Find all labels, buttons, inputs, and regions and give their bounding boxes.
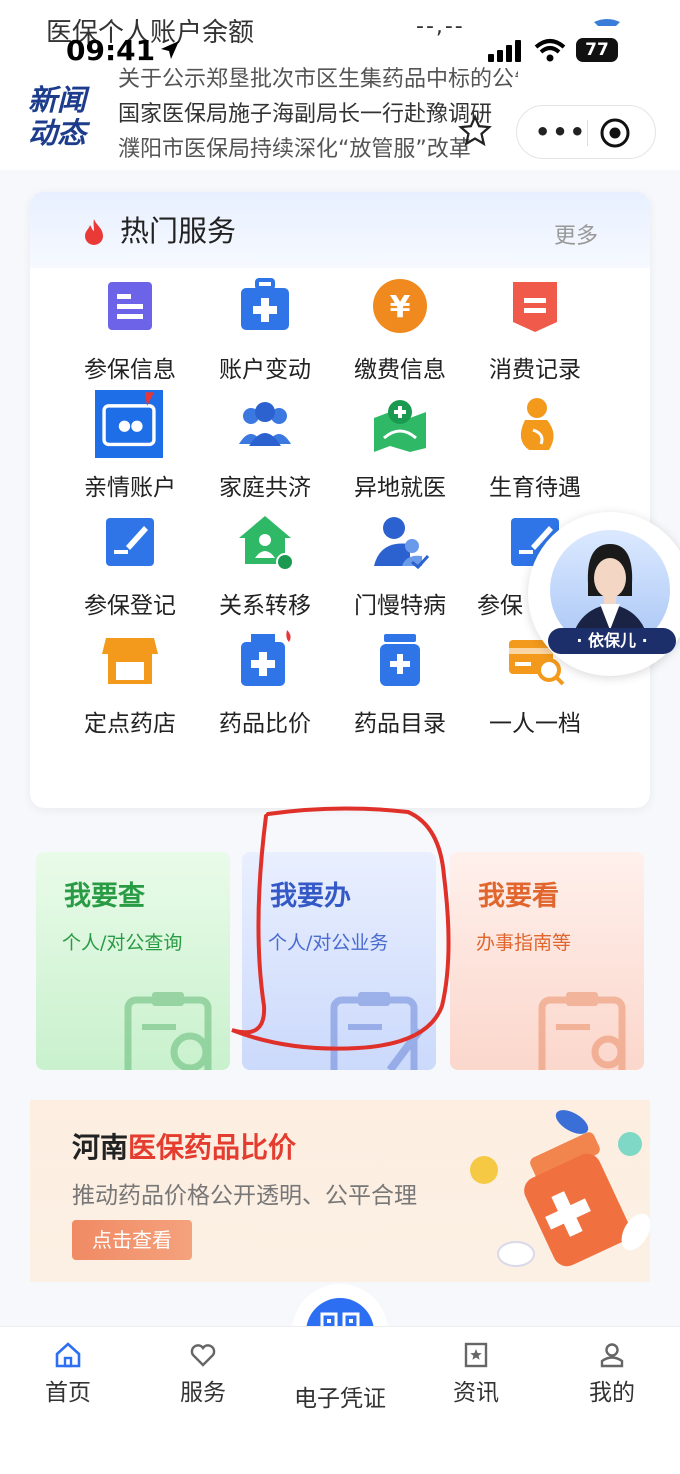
tab-home-label: 首页 <box>45 1380 91 1406</box>
banner-title-prefix: 河南 <box>72 1131 129 1164</box>
service-item[interactable]: ¥ 缴费信息 <box>325 272 475 390</box>
banner-title: 河南医保药品比价 <box>72 1126 296 1166</box>
service-item[interactable]: 门慢特病 <box>325 508 475 626</box>
service-label: 生育待遇 <box>489 475 581 501</box>
more-dots-icon[interactable]: ••• <box>535 118 587 146</box>
signal-icon <box>488 40 521 62</box>
wifi-icon <box>534 39 566 62</box>
service-item[interactable]: 异地就医 <box>325 390 475 508</box>
star-icon[interactable] <box>458 114 492 148</box>
news-headline[interactable]: 关于公示郑垦批次市区生集药品中标的公告 <box>118 62 518 97</box>
service-item[interactable]: 消费记录 <box>460 272 610 390</box>
bottom-tab-bar: 首页 服务 电子凭证 资讯 我的 <box>0 1326 680 1474</box>
pharmacy-store-icon <box>102 638 158 684</box>
edit-form-icon <box>106 518 154 566</box>
home-transfer-icon <box>239 516 294 571</box>
service-label: 消费记录 <box>489 357 581 383</box>
medicine-pills-icon <box>470 1110 650 1267</box>
query-card-subtitle: 个人/对公查询 <box>62 932 183 954</box>
balance-amount: --,-- <box>416 14 465 39</box>
service-item[interactable]: 参保登记 <box>55 508 205 626</box>
view-card-title: 我要看 <box>478 881 559 912</box>
banner-title-highlight: 医保药品比价 <box>128 1131 297 1164</box>
location-arrow-icon <box>161 41 179 59</box>
service-item[interactable]: 关系转移 <box>190 508 340 626</box>
assistant-name: · 依保儿 · <box>548 628 676 654</box>
clipboard-search-icon <box>124 992 212 1070</box>
service-label: 亲情账户 <box>84 475 176 501</box>
medicine-jar-icon <box>380 634 420 686</box>
map-location-icon <box>374 400 426 452</box>
tab-news[interactable]: 资讯 <box>416 1341 536 1407</box>
service-label: 账户变动 <box>219 357 311 383</box>
service-item[interactable]: 参保信息 <box>55 272 205 390</box>
service-label: 缴费信息 <box>354 357 446 383</box>
bookmark-star-icon <box>464 1342 488 1368</box>
tab-services[interactable]: 服务 <box>143 1341 263 1407</box>
service-label: 关系转移 <box>219 593 311 619</box>
yen-coin-icon: ¥ <box>373 279 427 333</box>
patient-check-icon <box>374 517 430 570</box>
service-label: 定点药店 <box>84 711 176 737</box>
tab-mine-label: 我的 <box>589 1380 635 1406</box>
news-logo: 新闻动态 <box>28 84 98 154</box>
red-annotation-loop <box>231 806 451 1051</box>
tab-e-voucher[interactable]: 电子凭证 <box>280 1375 400 1413</box>
more-link[interactable]: 更多 <box>554 218 598 250</box>
home-icon <box>55 1342 81 1368</box>
user-icon <box>600 1343 624 1368</box>
banner-subtitle: 推动药品价格公开透明、公平合理 <box>72 1183 417 1209</box>
tab-services-label: 服务 <box>180 1380 226 1406</box>
service-label: 门慢特病 <box>354 593 446 619</box>
miniprogram-capsule: ••• <box>516 105 656 159</box>
medical-kit-icon <box>241 278 289 330</box>
receipt-icon <box>513 282 557 332</box>
battery-indicator: 77 <box>576 38 618 62</box>
hot-services-card: 热门服务 更多 参保信息 账户变动 ¥ 缴费信息 消费记录 亲情账户 家庭共济 <box>30 192 650 808</box>
medicine-bottle-icon <box>241 630 291 686</box>
service-label: 药品比价 <box>219 711 311 737</box>
drug-price-banner[interactable]: 河南医保药品比价 推动药品价格公开透明、公平合理 点击查看 <box>30 1100 650 1282</box>
service-item[interactable]: 家庭共济 <box>190 390 340 508</box>
view-card[interactable]: 我要看 办事指南等 <box>450 852 644 1070</box>
banner-view-button[interactable]: 点击查看 <box>72 1220 192 1260</box>
service-label: 一人一档 <box>489 711 581 737</box>
pregnancy-icon <box>520 398 554 450</box>
service-label: 药品目录 <box>354 711 446 737</box>
news-logo-text: 新闻动态 <box>28 83 87 150</box>
heart-icon <box>190 1344 216 1367</box>
status-bar: 医保个人账户余额 --,-- 09:41 77 <box>0 0 680 70</box>
service-item[interactable]: 定点药店 <box>55 626 205 744</box>
tab-mine[interactable]: 我的 <box>552 1341 672 1407</box>
service-item[interactable]: 亲情账户 <box>55 390 205 508</box>
service-item[interactable]: 药品比价 <box>190 626 340 744</box>
service-label: 参保登记 <box>84 593 176 619</box>
assistant-avatar[interactable]: · 依保儿 · <box>528 512 680 676</box>
query-card-title: 我要查 <box>64 881 145 912</box>
fire-icon <box>85 219 103 245</box>
tab-news-label: 资讯 <box>453 1380 499 1406</box>
view-card-subtitle: 办事指南等 <box>476 932 572 954</box>
service-item[interactable]: 药品目录 <box>325 626 475 744</box>
tab-home[interactable]: 首页 <box>8 1341 128 1407</box>
service-item[interactable]: 账户变动 <box>190 272 340 390</box>
service-label: 异地就医 <box>354 475 446 501</box>
service-label: 家庭共济 <box>219 475 311 501</box>
group-users-icon <box>239 402 291 446</box>
document-list-icon <box>108 282 152 330</box>
service-item[interactable]: 生育待遇 <box>460 390 610 508</box>
close-target-icon[interactable] <box>599 117 631 149</box>
capsule-divider <box>587 120 588 146</box>
hot-services-header: 热门服务 更多 <box>30 192 650 268</box>
svg-text:¥: ¥ <box>390 290 411 325</box>
service-label: 参保信息 <box>84 357 176 383</box>
clipboard-eye-icon <box>538 992 626 1070</box>
tab-e-voucher-label: 电子凭证 <box>294 1386 386 1412</box>
query-card[interactable]: 我要查 个人/对公查询 <box>36 852 230 1070</box>
hot-services-title: 热门服务 <box>120 214 237 248</box>
family-account-icon <box>95 390 163 458</box>
